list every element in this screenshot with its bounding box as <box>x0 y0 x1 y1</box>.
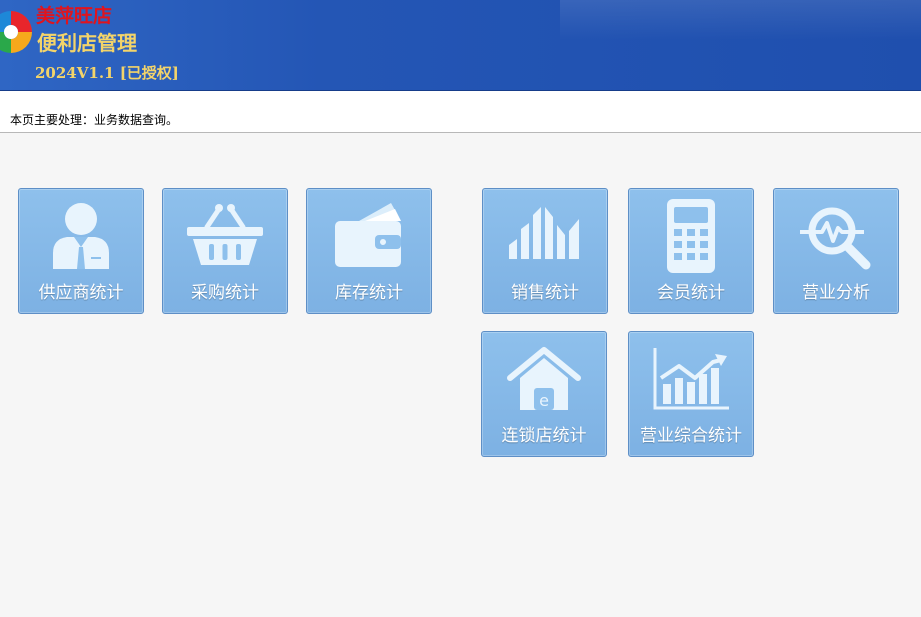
shopping-basket-icon <box>187 204 263 265</box>
app-logo-icon <box>0 11 32 53</box>
tile-label: 销售统计 <box>511 283 579 303</box>
notice-bar: 本页主要处理：业务数据查询。 <box>0 91 921 133</box>
notice-text: 本页主要处理：业务数据查询。 <box>10 113 179 127</box>
tile-label: 营业分析 <box>802 283 870 303</box>
tile-supplier-stats[interactable]: 供应商统计 <box>18 188 144 314</box>
tile-label: 供应商统计 <box>38 283 124 303</box>
tile-label: 采购统计 <box>191 283 259 303</box>
tile-label: 连锁店统计 <box>501 426 587 446</box>
brand-name: 美萍旺店 <box>36 5 113 27</box>
tile-chain-store-stats[interactable]: e 连锁店统计 <box>481 331 607 457</box>
calculator-icon <box>667 199 715 273</box>
tile-purchase-stats[interactable]: 采购统计 <box>162 188 288 314</box>
tile-comprehensive-stats[interactable]: 营业综合统计 <box>628 331 754 457</box>
supplier-person-icon <box>53 203 109 269</box>
magnifier-pulse-icon <box>800 207 871 270</box>
tile-label: 会员统计 <box>657 283 725 303</box>
header-gloss <box>560 0 921 40</box>
trend-chart-icon <box>653 348 729 410</box>
version-label: 2024V1.1 [已授权] <box>35 64 179 82</box>
app-header: 美萍旺店 便利店管理 2024V1.1 [已授权] <box>0 0 921 91</box>
tile-label: 库存统计 <box>335 283 403 303</box>
wallet-icon <box>335 203 401 267</box>
tile-member-stats[interactable]: 会员统计 <box>628 188 754 314</box>
tile-business-analysis[interactable]: 营业分析 <box>773 188 899 314</box>
svg-text:e: e <box>539 391 549 410</box>
app-title: 便利店管理 <box>37 31 137 55</box>
house-icon: e <box>507 347 581 410</box>
tile-label: 营业综合统计 <box>640 426 742 446</box>
tile-inventory-stats[interactable]: 库存统计 <box>306 188 432 314</box>
bar-chart-icon <box>509 207 579 259</box>
tile-sales-stats[interactable]: 销售统计 <box>482 188 608 314</box>
